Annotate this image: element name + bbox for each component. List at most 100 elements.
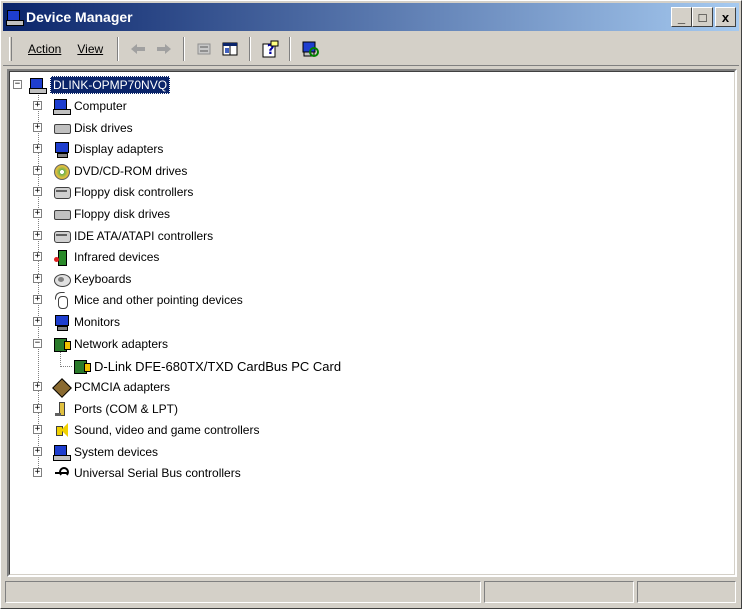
pcmcia-icon — [53, 379, 70, 395]
forward-button[interactable] — [153, 38, 175, 60]
maximize-button[interactable]: □ — [692, 7, 713, 27]
tree-item-monitors[interactable]: + Monitors — [33, 312, 120, 332]
root-label: DLINK-OPMP70NVQ — [50, 76, 171, 94]
expand-icon[interactable]: + — [33, 166, 42, 175]
forward-icon — [157, 44, 172, 54]
title-bar[interactable]: Device Manager _ □ x — [3, 3, 739, 31]
scan-hardware-button[interactable] — [299, 38, 321, 60]
expand-icon[interactable]: + — [33, 209, 42, 218]
infrared-icon — [53, 249, 70, 266]
controller-icon — [53, 228, 71, 244]
device-tree[interactable]: − DLINK-OPMP70NVQ + Computer + Disk driv… — [7, 69, 737, 577]
help-button[interactable]: ? — [259, 38, 281, 60]
controller-icon — [53, 184, 71, 200]
tree-item-label: Floppy disk drives — [74, 207, 171, 221]
action-menu[interactable]: Action — [20, 42, 69, 56]
cd-icon — [53, 163, 70, 180]
expand-icon[interactable]: + — [33, 468, 42, 477]
expand-icon[interactable]: + — [33, 101, 42, 110]
action-menu-label: Action — [28, 42, 62, 56]
tree-item-pcmcia[interactable]: + PCMCIA adapters — [33, 377, 170, 397]
tree-item-disk-drives[interactable]: + Disk drives — [33, 118, 133, 138]
minimize-button[interactable]: _ — [671, 7, 692, 27]
tree-item-label: Disk drives — [74, 121, 133, 135]
expand-icon[interactable]: + — [33, 123, 42, 132]
tree-item-keyboards[interactable]: + Keyboards — [33, 269, 131, 289]
tree-item-label: PCMCIA adapters — [74, 380, 171, 394]
tree-item-floppy-drives[interactable]: + Floppy disk drives — [33, 204, 170, 224]
collapse-icon[interactable]: − — [33, 339, 42, 348]
tree-item-label: IDE ATA/ATAPI controllers — [74, 229, 214, 243]
collapse-icon[interactable]: − — [13, 80, 22, 89]
tree-item-label: Ports (COM & LPT) — [74, 402, 179, 416]
tree-item-ide-controllers[interactable]: + IDE ATA/ATAPI controllers — [33, 226, 213, 246]
monitor-icon — [53, 314, 70, 331]
tree-item-label: Infrared devices — [74, 250, 160, 264]
expand-icon[interactable]: + — [33, 295, 42, 304]
toolbar-separator — [183, 37, 186, 61]
maximize-icon: □ — [698, 9, 707, 25]
expand-icon[interactable]: + — [33, 317, 42, 326]
tree-item-ports[interactable]: + Ports (COM & LPT) — [33, 399, 178, 419]
sound-icon — [53, 422, 70, 438]
tree-item-label: Sound, video and game controllers — [74, 423, 260, 437]
tree-item-floppy-controllers[interactable]: + Floppy disk controllers — [33, 182, 193, 202]
expand-icon[interactable]: + — [33, 144, 42, 153]
tree-item-computer[interactable]: + Computer — [33, 96, 127, 116]
window-controls: _ □ x — [671, 7, 736, 27]
status-panel-right — [637, 581, 736, 603]
device-manager-window: Device Manager _ □ x Action View ? − DLI… — [0, 0, 742, 609]
tree-item-usb[interactable]: + Universal Serial Bus controllers — [33, 463, 241, 483]
minimize-icon: _ — [677, 9, 686, 25]
tree-item-label: System devices — [74, 445, 159, 459]
tree-item-system-devices[interactable]: + System devices — [33, 442, 158, 462]
help-icon: ? — [262, 40, 279, 58]
close-icon: x — [721, 9, 730, 25]
disk-icon — [53, 120, 71, 136]
show-hide-tree-icon — [222, 42, 238, 56]
expand-icon[interactable]: + — [33, 425, 42, 434]
tree-item-infrared[interactable]: + Infrared devices — [33, 247, 159, 267]
tree-item-sound[interactable]: + Sound, video and game controllers — [33, 420, 259, 440]
expand-icon[interactable]: + — [33, 447, 42, 456]
expand-icon[interactable]: + — [33, 231, 42, 240]
window-title: Device Manager — [26, 9, 133, 25]
tree-item-label: Floppy disk controllers — [74, 185, 194, 199]
tree-item-mice[interactable]: + Mice and other pointing devices — [33, 290, 243, 310]
tree-item-label: Computer — [74, 99, 127, 113]
tree-item-network-card[interactable]: D-Link DFE-680TX/TXD CardBus PC Card — [73, 356, 341, 376]
tree-line — [60, 366, 72, 367]
expand-icon[interactable]: + — [33, 274, 42, 283]
tree-root[interactable]: − DLINK-OPMP70NVQ — [13, 75, 171, 95]
tree-item-network-adapters[interactable]: − Network adapters — [33, 334, 168, 354]
back-icon — [131, 44, 146, 54]
properties-button[interactable] — [193, 38, 215, 60]
status-bar — [5, 581, 739, 605]
disk-icon — [53, 206, 71, 222]
keyboard-icon — [53, 271, 71, 287]
back-button[interactable] — [127, 38, 149, 60]
mouse-icon — [53, 292, 70, 309]
computer-icon — [29, 77, 47, 94]
tree-item-display-adapters[interactable]: + Display adapters — [33, 139, 163, 159]
status-panel-middle — [484, 581, 634, 603]
expand-icon[interactable]: + — [33, 404, 42, 413]
close-button[interactable]: x — [715, 7, 736, 27]
show-hide-tree-button[interactable] — [219, 38, 241, 60]
usb-icon — [53, 465, 70, 481]
tree-item-label: Universal Serial Bus controllers — [74, 466, 241, 480]
tree-item-label: Keyboards — [74, 272, 132, 286]
monitor-icon — [53, 141, 70, 158]
tree-item-dvd-cdrom[interactable]: + DVD/CD-ROM drives — [33, 161, 187, 181]
network-icon — [73, 358, 91, 374]
expand-icon[interactable]: + — [33, 187, 42, 196]
tree-item-label: DVD/CD-ROM drives — [74, 164, 188, 178]
toolbar-grip[interactable] — [9, 37, 12, 61]
tree-item-label: D-Link DFE-680TX/TXD CardBus PC Card — [94, 358, 342, 374]
toolbar: Action View ? — [3, 33, 739, 66]
expand-icon[interactable]: + — [33, 382, 42, 391]
toolbar-separator — [117, 37, 120, 61]
view-menu[interactable]: View — [69, 42, 111, 56]
device-manager-icon — [6, 9, 24, 26]
expand-icon[interactable]: + — [33, 252, 42, 261]
